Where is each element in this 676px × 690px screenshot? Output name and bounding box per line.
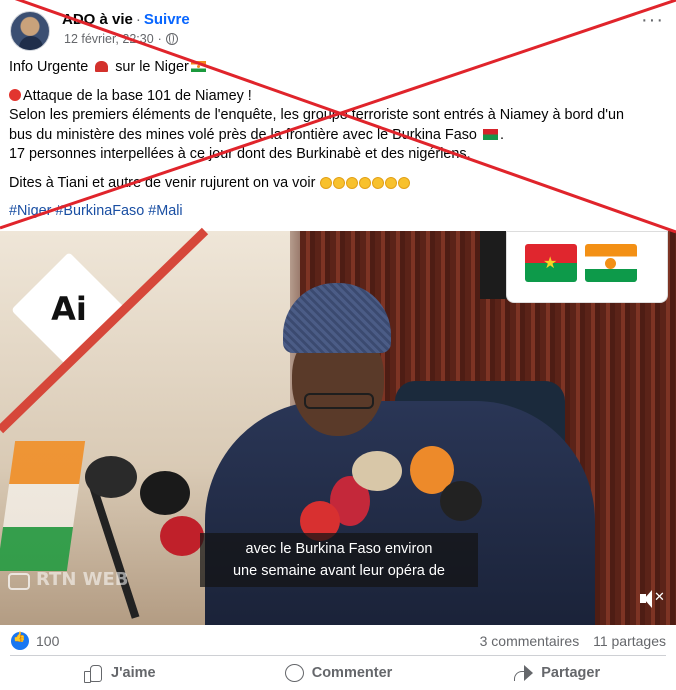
video-subtitle: avec le Burkina Faso environ une semaine… (200, 533, 478, 587)
meta-separator: · (157, 32, 162, 46)
post-stats: 100 3 commentaires 11 partages (8, 632, 666, 650)
post-header: ADO à vie · Suivre 12 février, 22:30 · ··· (8, 8, 668, 52)
share-button[interactable]: Partager (447, 657, 666, 689)
niger-flag-icon (190, 61, 206, 72)
rtn-watermark: RTN WEB (36, 569, 129, 590)
share-icon (513, 664, 534, 682)
globe-icon (165, 33, 178, 45)
more-options-icon[interactable]: ··· (641, 10, 664, 30)
author-avatar[interactable] (10, 11, 50, 51)
microphone (140, 471, 190, 515)
follow-button[interactable]: Suivre (144, 11, 190, 28)
subtitle-line-1: avec le Burkina Faso environ (245, 541, 433, 557)
hashtag-niger[interactable]: #Niger (9, 203, 51, 219)
urgent-label: Info Urgente (9, 59, 89, 75)
post-video[interactable]: RTN WEB Ai avec le Burkina Faso environ … (0, 231, 676, 625)
comment-icon (284, 664, 304, 682)
thumbs-up-icon (83, 664, 103, 683)
niger-flag-icon (585, 244, 637, 282)
burkina-flag-icon (482, 128, 498, 140)
subtitle-line-2: une semaine avant leur opéra de (232, 563, 445, 579)
like-label: J'aime (111, 665, 156, 681)
speaker-body (205, 401, 595, 625)
laughing-emoji-icon (372, 176, 385, 189)
facebook-post: ADO à vie · Suivre 12 février, 22:30 · ···… (0, 0, 676, 690)
comment-button[interactable]: Commenter (229, 657, 448, 689)
share-label: Partager (541, 665, 601, 681)
text-line-6-content: Dites à Tiani et autre de venir rujurent… (9, 174, 316, 191)
laughing-emoji-icon (385, 176, 398, 189)
siren-icon (95, 61, 109, 72)
action-bar: J'aime Commenter Partager (10, 657, 666, 689)
comment-label: Commenter (311, 665, 393, 681)
burkina-faso-flag-icon (525, 244, 577, 282)
reaction-count[interactable]: 100 (36, 633, 59, 649)
microphone (160, 516, 204, 556)
author-name[interactable]: ADO à vie (62, 11, 133, 28)
author-line: ADO à vie · Suivre (62, 11, 190, 28)
speaker-glasses (304, 393, 374, 409)
divider (10, 655, 666, 656)
like-button[interactable]: J'aime (10, 657, 229, 689)
text-line-6: Dites à Tiani et autre de venir rujurent… (9, 174, 668, 194)
microphone (85, 456, 137, 498)
like-reaction-icon[interactable] (11, 632, 29, 650)
timestamp[interactable]: 12 février, 22:30 (64, 32, 154, 46)
camera-icon (8, 573, 30, 590)
laughing-emoji-icon (346, 176, 359, 189)
hashtag-mali[interactable]: #Mali (148, 203, 182, 219)
period: . (499, 126, 504, 143)
laughing-emoji-icon (333, 176, 346, 189)
microphone (352, 451, 402, 491)
mute-icon[interactable]: ✕ (638, 589, 665, 609)
laughing-emoji-icon (359, 176, 372, 189)
post-text: Info Urgente sur le Niger Attaque de la … (9, 58, 668, 222)
text-line-2: Attaque de la base 101 de Niamey ! (9, 87, 668, 107)
separator: · (135, 11, 141, 28)
laughing-emoji-icon (320, 176, 333, 189)
comments-count[interactable]: 3 commentaires (480, 633, 580, 649)
microphone (440, 481, 482, 521)
text-line-1: Info Urgente sur le Niger (9, 58, 668, 78)
red-circle-icon (9, 88, 21, 101)
text-line-4: bus du ministère des mines volé près de … (9, 126, 668, 146)
text-line-3: Selon les premiers éléments de l'enquête… (9, 107, 625, 123)
hashtag-burkinafaso[interactable]: #BurkinaFaso (55, 203, 144, 219)
attack-headline: Attaque de la base 101 de Niamey ! (23, 87, 252, 104)
text-line-4-content: bus du ministère des mines volé près de … (9, 126, 477, 143)
flags-overlay (506, 231, 668, 303)
laughing-emoji-icon (398, 176, 411, 189)
ai-badge-label: Ai (51, 290, 87, 328)
text-line-5: 17 personnes interpellées à ce jour dont… (9, 146, 471, 162)
post-meta: 12 février, 22:30 · (64, 32, 178, 46)
shares-count[interactable]: 11 partages (593, 633, 666, 649)
hashtags: #Niger #BurkinaFaso #Mali (9, 202, 668, 222)
niger-label: sur le Niger (115, 59, 189, 75)
engagement-counts: 3 commentaires 11 partages (470, 633, 666, 649)
